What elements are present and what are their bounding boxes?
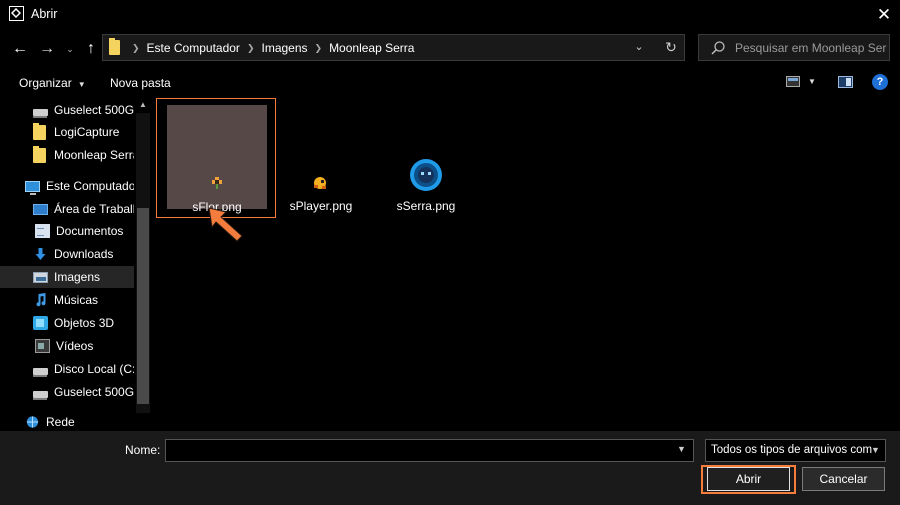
close-icon: ✕: [876, 5, 892, 24]
folder-icon-wrap: [33, 146, 48, 163]
new-folder-button[interactable]: Nova pasta: [110, 76, 171, 90]
sidebar-item-logicapture[interactable]: LogiCapture: [0, 121, 134, 143]
sidebar-item-imagens[interactable]: Imagens: [0, 266, 134, 288]
chevron-down-icon[interactable]: ▼: [677, 444, 686, 454]
player-sprite-icon: [314, 177, 326, 189]
sidebar-item-rede[interactable]: Rede: [0, 411, 134, 431]
breadcrumb-moonleap-serra[interactable]: Moonleap Serra: [329, 41, 414, 55]
organize-label: Organizar: [19, 76, 72, 90]
sidebar-item-moonleap-serra[interactable]: Moonleap Serra: [0, 144, 134, 166]
window-title: Abrir: [31, 7, 58, 21]
sidebar-item-videos[interactable]: Vídeos: [0, 335, 134, 357]
objects-3d-icon: [33, 316, 48, 330]
pointer-arrow-icon: [208, 207, 243, 242]
sidebar-item-disco-local-c[interactable]: Disco Local (C:): [0, 358, 134, 380]
address-dropdown-button[interactable]: ⌄: [630, 36, 648, 58]
sidebar-item-objetos-3d[interactable]: Objetos 3D: [0, 312, 134, 334]
close-button[interactable]: ✕: [868, 0, 900, 30]
sidebar-item-downloads[interactable]: Downloads: [0, 243, 134, 265]
sidebar-item-area-de-trabalho[interactable]: Área de Trabalho: [0, 198, 134, 220]
caret-down-icon[interactable]: ▼: [808, 77, 816, 86]
filename-label: Nome:: [125, 443, 161, 457]
downloads-icon: [35, 248, 46, 260]
network-icon: [26, 416, 39, 428]
chevron-right-icon: ❯: [246, 42, 255, 53]
saw-sprite-icon: [410, 159, 442, 191]
chevron-down-icon[interactable]: ▼: [871, 445, 880, 455]
file-name: sPlayer.png: [289, 199, 353, 213]
title-bar: Abrir ✕: [0, 0, 900, 30]
sidebar-item-musicas[interactable]: Músicas: [0, 289, 134, 311]
drive-icon: [33, 367, 48, 377]
flower-sprite-icon: [212, 177, 222, 189]
sidebar-item-guselect-500gb[interactable]: Guselect 500GB (: [0, 99, 134, 121]
breadcrumb-imagens[interactable]: Imagens: [261, 41, 307, 55]
organize-menu-button[interactable]: Organizar ▼: [19, 76, 86, 90]
help-icon[interactable]: ?: [872, 74, 888, 90]
music-icon: [36, 293, 46, 307]
videos-icon: [35, 339, 50, 353]
address-bar[interactable]: ❯ Este Computador ❯ Imagens ❯ Moonleap S…: [102, 34, 685, 61]
change-view-icon[interactable]: [786, 76, 800, 87]
open-button[interactable]: Abrir: [707, 467, 790, 491]
back-button[interactable]: ←: [10, 39, 30, 59]
folder-icon-wrap: [33, 123, 48, 140]
cancel-button[interactable]: Cancelar: [802, 467, 885, 491]
search-icon: [711, 41, 725, 55]
folder-icon: [33, 123, 46, 140]
navigation-pane[interactable]: Guselect 500GB ( LogiCapture Moonleap Se…: [0, 97, 150, 431]
up-button[interactable]: ↑: [82, 39, 100, 59]
selection-background: [167, 105, 267, 209]
sidebar-item-guselect-500gb-2[interactable]: Guselect 500GB (: [0, 381, 134, 403]
chevron-right-icon: ❯: [132, 42, 140, 53]
file-name: sSerra.png: [396, 199, 456, 213]
recent-locations-button[interactable]: ⌄: [63, 39, 77, 59]
sidebar-item-documentos[interactable]: Documentos: [0, 220, 134, 242]
file-item-splayer[interactable]: sPlayer.png: [261, 98, 381, 218]
forward-button[interactable]: →: [37, 39, 57, 59]
chevron-right-icon: ❯: [314, 42, 323, 53]
drive-icon: [33, 108, 48, 118]
drive-icon: [33, 390, 48, 400]
preview-pane-icon[interactable]: [838, 76, 853, 88]
filetype-select[interactable]: Todos os tipos de arquivos com: [705, 439, 886, 462]
sidebar-scroll-up-button[interactable]: ▲: [137, 99, 149, 111]
search-box[interactable]: [698, 34, 890, 61]
caret-down-icon: ▼: [77, 80, 86, 89]
refresh-button[interactable]: ↻: [660, 36, 682, 58]
folder-icon: [109, 38, 120, 55]
folder-icon: [33, 146, 46, 163]
app-icon: [9, 6, 24, 21]
file-list[interactable]: sFlor.png sPlayer.png sSerra.png: [151, 97, 900, 431]
computer-icon: [25, 180, 40, 195]
search-input[interactable]: [735, 39, 887, 57]
sidebar-scrollbar-thumb[interactable]: [137, 208, 149, 404]
filename-input[interactable]: [165, 439, 694, 462]
documents-icon: [35, 224, 50, 238]
file-item-sflor[interactable]: sFlor.png: [156, 98, 276, 218]
file-item-sserra[interactable]: sSerra.png: [366, 98, 486, 218]
breadcrumb-este-computador[interactable]: Este Computador: [147, 41, 240, 55]
toolbar: Organizar ▼ Nova pasta: [0, 70, 900, 96]
sidebar-item-este-computador[interactable]: Este Computador: [0, 175, 134, 197]
breadcrumb: ❯ Este Computador ❯ Imagens ❯ Moonleap S…: [125, 41, 414, 55]
desktop-icon: [33, 203, 48, 215]
pictures-icon: [33, 271, 48, 283]
